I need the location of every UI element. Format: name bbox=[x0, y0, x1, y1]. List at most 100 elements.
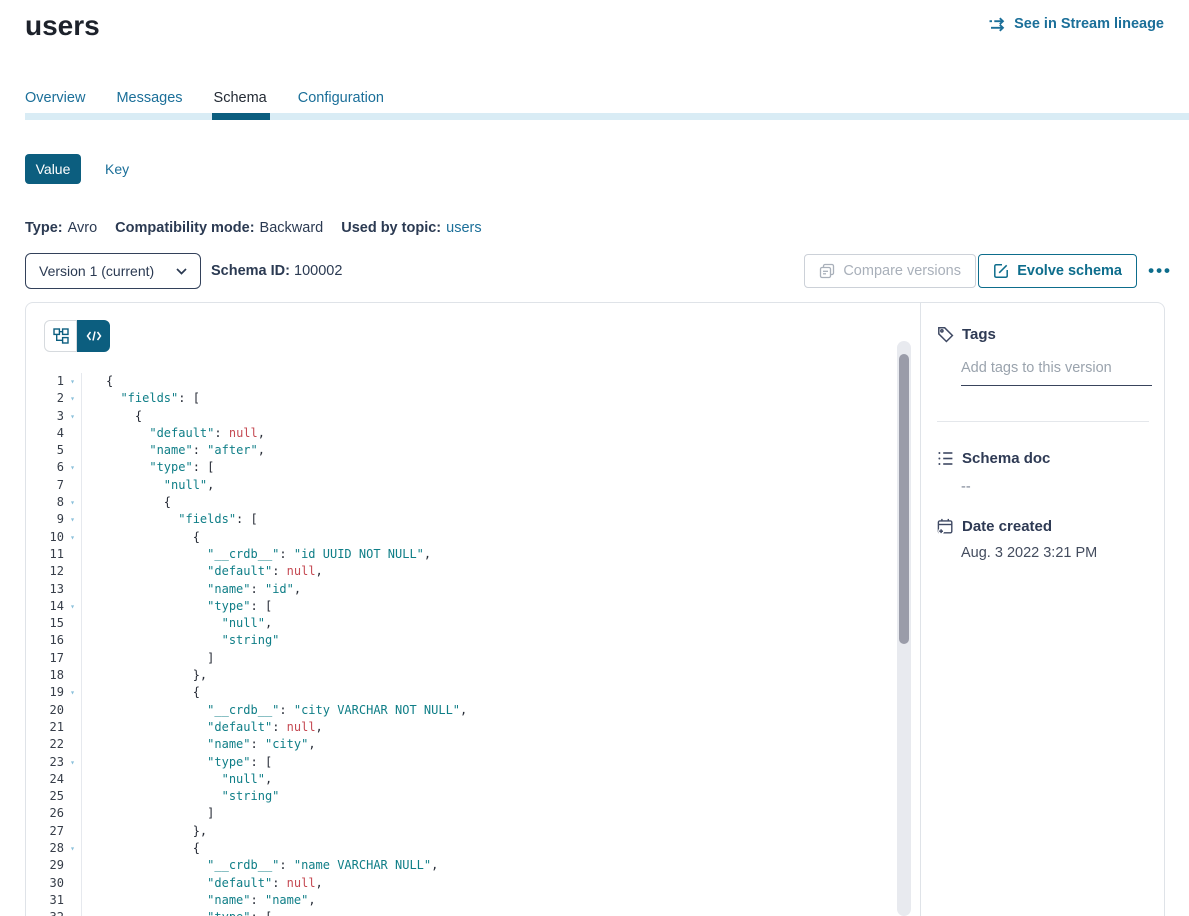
schema-meta-row: Type:Avro Compatibility mode:Backward Us… bbox=[25, 220, 482, 236]
more-actions-button[interactable]: ••• bbox=[1148, 253, 1172, 289]
schema-id: Schema ID: 100002 bbox=[211, 253, 342, 289]
code-text: "null", bbox=[82, 615, 272, 632]
line-number: 25 bbox=[26, 788, 64, 805]
fold-arrow-icon[interactable]: ▾ bbox=[64, 684, 82, 701]
code-line: 32▾ "type": [ bbox=[26, 909, 896, 916]
fold-spacer bbox=[64, 425, 82, 442]
code-line: 29 "__crdb__": "name VARCHAR NULL", bbox=[26, 857, 896, 874]
fold-arrow-icon[interactable]: ▾ bbox=[64, 390, 82, 407]
fold-arrow-icon[interactable]: ▾ bbox=[64, 529, 82, 546]
editor-scrollbar-thumb[interactable] bbox=[899, 354, 909, 644]
code-text: "name": "id", bbox=[82, 581, 301, 598]
value-toggle-button[interactable]: Value bbox=[25, 154, 81, 184]
code-line: 15 "null", bbox=[26, 615, 896, 632]
line-number: 13 bbox=[26, 581, 64, 598]
tags-section-header: Tags bbox=[937, 326, 996, 343]
tree-view-icon bbox=[53, 328, 69, 344]
code-line: 11 "__crdb__": "id UUID NOT NULL", bbox=[26, 546, 896, 563]
code-line: 3▾ { bbox=[26, 408, 896, 425]
code-line: 24 "null", bbox=[26, 771, 896, 788]
evolve-schema-label: Evolve schema bbox=[1017, 263, 1122, 279]
line-number: 22 bbox=[26, 736, 64, 753]
value-key-toggle: Value Key bbox=[25, 154, 129, 184]
fold-arrow-icon[interactable]: ▾ bbox=[64, 494, 82, 511]
schema-panel: 1▾{2▾ "fields": [3▾ {4 "default": null,5… bbox=[25, 302, 1165, 916]
version-select[interactable]: Version 1 (current) bbox=[25, 253, 201, 289]
tab-overview[interactable]: Overview bbox=[25, 90, 85, 106]
tab-bar: Overview Messages Schema Configuration bbox=[25, 90, 1189, 120]
tab-messages[interactable]: Messages bbox=[116, 90, 182, 106]
code-line: 1▾{ bbox=[26, 373, 896, 390]
code-text: "default": null, bbox=[82, 719, 323, 736]
compare-versions-label: Compare versions bbox=[843, 263, 961, 279]
code-line: 13 "name": "id", bbox=[26, 581, 896, 598]
code-line: 31 "name": "name", bbox=[26, 892, 896, 909]
code-text: { bbox=[82, 494, 171, 511]
code-view-button[interactable] bbox=[77, 320, 110, 352]
code-line: 7 "null", bbox=[26, 477, 896, 494]
fold-arrow-icon[interactable]: ▾ bbox=[64, 373, 82, 390]
fold-arrow-icon[interactable]: ▾ bbox=[64, 598, 82, 615]
schema-editor[interactable]: 1▾{2▾ "fields": [3▾ {4 "default": null,5… bbox=[26, 303, 921, 916]
topic-link[interactable]: users bbox=[446, 220, 481, 236]
schema-doc-title: Schema doc bbox=[962, 450, 1050, 467]
code-text: "string" bbox=[82, 632, 279, 649]
code-line: 9▾ "fields": [ bbox=[26, 511, 896, 528]
type-value: Avro bbox=[68, 220, 98, 236]
code-text: "default": null, bbox=[82, 563, 323, 580]
fold-spacer bbox=[64, 581, 82, 598]
tab-configuration[interactable]: Configuration bbox=[298, 90, 384, 106]
line-number: 5 bbox=[26, 442, 64, 459]
code-line: 17 ] bbox=[26, 650, 896, 667]
editor-scrollbar-track[interactable] bbox=[897, 341, 911, 916]
tags-input[interactable] bbox=[961, 356, 1152, 386]
line-number: 14 bbox=[26, 598, 64, 615]
fold-spacer bbox=[64, 771, 82, 788]
stream-lineage-link[interactable]: See in Stream lineage bbox=[988, 16, 1164, 32]
fold-arrow-icon[interactable]: ▾ bbox=[64, 840, 82, 857]
code-line: 10▾ { bbox=[26, 529, 896, 546]
fold-spacer bbox=[64, 615, 82, 632]
evolve-schema-button[interactable]: Evolve schema bbox=[978, 254, 1137, 288]
version-bar: Version 1 (current) Schema ID: 100002 Co… bbox=[25, 253, 1164, 289]
code-line: 18 }, bbox=[26, 667, 896, 684]
line-number: 31 bbox=[26, 892, 64, 909]
compatibility-value: Backward bbox=[260, 220, 324, 236]
code-line: 14▾ "type": [ bbox=[26, 598, 896, 615]
code-lines: 1▾{2▾ "fields": [3▾ {4 "default": null,5… bbox=[26, 373, 896, 916]
code-text: "string" bbox=[82, 788, 279, 805]
fold-spacer bbox=[64, 823, 82, 840]
sidebar-divider bbox=[937, 421, 1149, 422]
code-text: { bbox=[82, 529, 200, 546]
code-text: "default": null, bbox=[82, 425, 265, 442]
code-text: "__crdb__": "name VARCHAR NULL", bbox=[82, 857, 438, 874]
list-icon bbox=[937, 450, 954, 467]
code-text: ] bbox=[82, 805, 214, 822]
tab-schema[interactable]: Schema bbox=[214, 90, 267, 106]
code-text: ] bbox=[82, 650, 214, 667]
line-number: 26 bbox=[26, 805, 64, 822]
fold-arrow-icon[interactable]: ▾ bbox=[64, 909, 82, 916]
code-line: 30 "default": null, bbox=[26, 875, 896, 892]
tree-view-button[interactable] bbox=[44, 320, 77, 352]
key-toggle-link[interactable]: Key bbox=[105, 161, 129, 177]
line-number: 28 bbox=[26, 840, 64, 857]
fold-spacer bbox=[64, 632, 82, 649]
line-number: 21 bbox=[26, 719, 64, 736]
used-by-topic-label: Used by topic: bbox=[341, 220, 441, 236]
code-line: 8▾ { bbox=[26, 494, 896, 511]
fold-arrow-icon[interactable]: ▾ bbox=[64, 511, 82, 528]
line-number: 8 bbox=[26, 494, 64, 511]
compare-versions-button[interactable]: Compare versions bbox=[804, 254, 976, 288]
line-number: 29 bbox=[26, 857, 64, 874]
fold-arrow-icon[interactable]: ▾ bbox=[64, 408, 82, 425]
fold-arrow-icon[interactable]: ▾ bbox=[64, 754, 82, 771]
fold-spacer bbox=[64, 667, 82, 684]
line-number: 16 bbox=[26, 632, 64, 649]
ellipsis-icon: ••• bbox=[1148, 261, 1172, 280]
line-number: 18 bbox=[26, 667, 64, 684]
schema-id-label: Schema ID: bbox=[211, 263, 290, 279]
stream-lineage-icon bbox=[988, 17, 1007, 32]
schema-id-value: 100002 bbox=[294, 263, 342, 279]
fold-arrow-icon[interactable]: ▾ bbox=[64, 459, 82, 476]
